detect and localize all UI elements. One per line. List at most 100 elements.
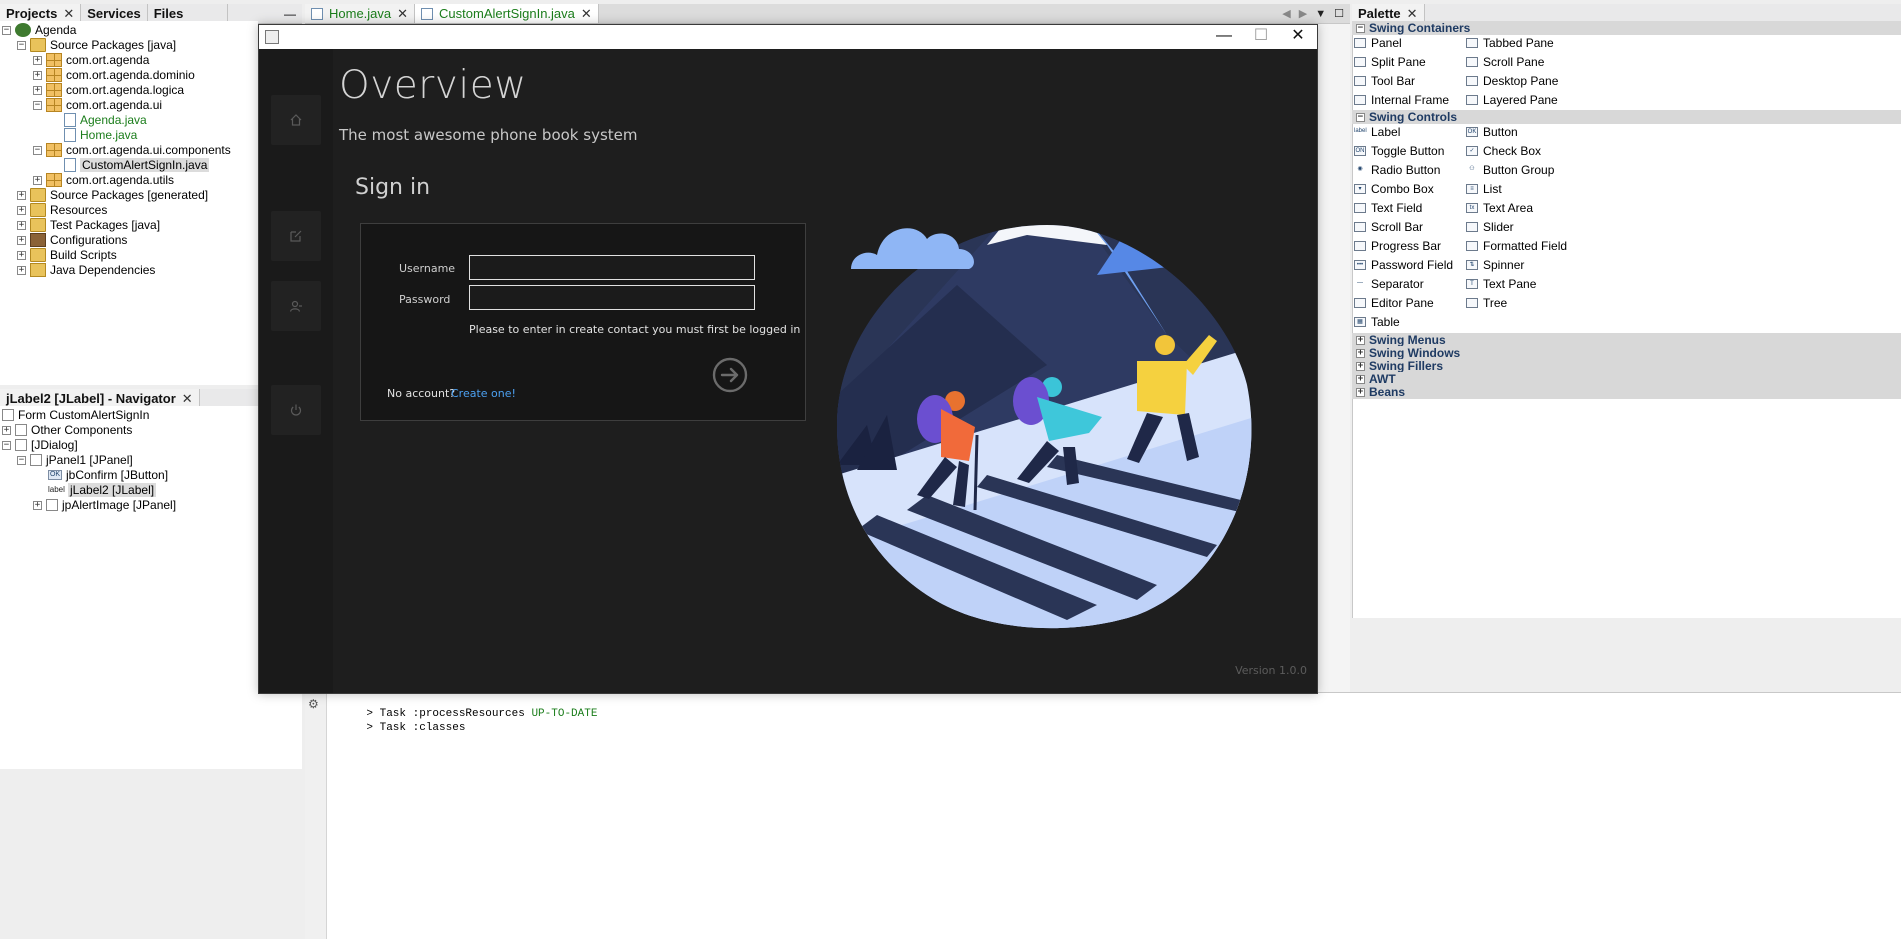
dropdown-icon[interactable]: ▼ [1315, 8, 1326, 20]
palette-category-swing-controls[interactable]: − Swing Controls [1352, 110, 1901, 124]
editor-nav-controls[interactable]: ◀ ▶ ▼ ☐ [1282, 4, 1350, 23]
close-button[interactable]: ✕ [1279, 25, 1317, 49]
palette-item-progress-bar[interactable]: Progress Bar [1354, 237, 1441, 255]
create-account-link[interactable]: Create one! [451, 387, 516, 400]
collapse-icon[interactable]: − [17, 40, 26, 50]
close-icon[interactable]: ✕ [581, 6, 592, 22]
expand-icon[interactable]: + [1356, 335, 1365, 345]
expand-icon[interactable]: + [1356, 361, 1365, 371]
palette-item-password-field[interactable]: ••• Password Field [1354, 256, 1453, 274]
confirm-button[interactable] [712, 357, 748, 393]
expand-icon[interactable]: + [33, 85, 42, 95]
expand-icon[interactable]: + [33, 70, 42, 80]
close-icon[interactable]: ✕ [63, 6, 74, 22]
palette-category-beans[interactable]: + Beans [1352, 385, 1901, 399]
palette-item-button[interactable]: OK Button [1466, 123, 1518, 141]
palette-item-tree[interactable]: Tree [1466, 294, 1507, 312]
palette-item-check-box[interactable]: ✓ Check Box [1466, 142, 1541, 160]
palette-item-tabbed-pane[interactable]: Tabbed Pane [1466, 34, 1554, 52]
palette-item-separator[interactable]: ― Separator [1354, 275, 1424, 293]
check-box-icon: ✓ [1466, 146, 1478, 156]
sidebar-power-button[interactable] [271, 385, 321, 435]
palette-item-text-field[interactable]: Text Field [1354, 199, 1422, 217]
expand-icon[interactable]: + [1356, 374, 1365, 384]
palette-item-internal-frame[interactable]: Internal Frame [1354, 91, 1449, 109]
palette-item-radio-button[interactable]: ◉ Radio Button [1354, 161, 1440, 179]
username-field[interactable] [469, 255, 755, 280]
scroll-right-icon[interactable]: ▶ [1299, 7, 1307, 20]
collapse-icon[interactable]: − [2, 25, 11, 35]
tab-home-java[interactable]: Home.java ✕ [305, 4, 416, 23]
palette-item-editor-pane[interactable]: Editor Pane [1354, 294, 1434, 312]
close-icon[interactable]: ✕ [182, 391, 193, 407]
palette-item-scroll-bar[interactable]: Scroll Bar [1354, 218, 1423, 236]
expand-icon[interactable]: + [33, 175, 42, 185]
version-label: Version 1.0.0 [1235, 664, 1307, 677]
expand-icon[interactable]: + [1356, 387, 1365, 397]
maximize-button[interactable]: ☐ [1242, 25, 1280, 49]
expand-icon[interactable]: + [17, 190, 26, 200]
expand-icon[interactable]: + [1356, 348, 1365, 358]
tree-label: com.ort.agenda.ui.components [66, 143, 231, 157]
expand-icon[interactable]: + [33, 55, 42, 65]
collapse-icon[interactable]: − [2, 440, 11, 450]
sidebar-home-button[interactable] [271, 95, 321, 145]
palette-item-desktop-pane[interactable]: Desktop Pane [1466, 72, 1558, 90]
expand-icon[interactable]: + [2, 425, 11, 435]
palette-category-swing-containers[interactable]: − Swing Containers [1352, 21, 1901, 35]
scroll-left-icon[interactable]: ◀ [1282, 7, 1290, 20]
palette-item-toggle-button[interactable]: ON Toggle Button [1354, 142, 1444, 160]
sidebar-edit-button[interactable] [271, 211, 321, 261]
expand-icon[interactable]: + [17, 205, 26, 215]
palette-category-swing-windows[interactable]: + Swing Windows [1352, 346, 1901, 360]
palette-item-panel[interactable]: Panel [1354, 34, 1402, 52]
palette-item-split-pane[interactable]: Split Pane [1354, 53, 1426, 71]
collapse-icon[interactable]: − [33, 145, 42, 155]
tab-customalertsignin-java[interactable]: CustomAlertSignIn.java ✕ [415, 4, 599, 23]
collapse-icon[interactable]: − [1356, 23, 1365, 33]
palette-item-label-control[interactable]: label Label [1354, 123, 1400, 141]
collapse-icon[interactable]: − [17, 455, 26, 465]
minimize-panel-button[interactable]: — [278, 4, 302, 23]
password-field[interactable] [469, 285, 755, 310]
close-icon[interactable]: ✕ [397, 6, 408, 22]
palette-item-layered-pane[interactable]: Layered Pane [1466, 91, 1558, 109]
expand-icon[interactable]: + [17, 235, 26, 245]
expand-icon[interactable]: + [17, 265, 26, 275]
rerun-icon[interactable]: ⚙ [308, 697, 319, 711]
scroll-bar-icon [1354, 222, 1366, 232]
collapse-icon[interactable]: − [1356, 112, 1365, 122]
expand-icon[interactable]: + [17, 250, 26, 260]
palette-item-list[interactable]: ≡ List [1466, 180, 1502, 198]
palette-category-swing-menus[interactable]: + Swing Menus [1352, 333, 1901, 347]
palette-item-spinner[interactable]: ⇅ Spinner [1466, 256, 1524, 274]
expand-icon[interactable]: + [17, 220, 26, 230]
palette-item-table[interactable]: ▦ Table [1354, 313, 1400, 331]
navigator-node-jpalertimage[interactable]: + jpAlertImage [JPanel] [33, 496, 176, 514]
palette-item-combo-box[interactable]: ▾ Combo Box [1354, 180, 1434, 198]
palette-item-text-pane[interactable]: T Text Pane [1466, 275, 1536, 293]
palette-category-swing-fillers[interactable]: + Swing Fillers [1352, 359, 1901, 373]
palette-item-formatted-field[interactable]: Formatted Field [1466, 237, 1567, 255]
minimize-button[interactable]: — [1205, 25, 1243, 49]
no-account-text: No account? [387, 387, 456, 400]
dialog-titlebar[interactable]: — ☐ ✕ [259, 25, 1317, 49]
button-icon: OK [1466, 127, 1478, 137]
palette-item-tool-bar[interactable]: Tool Bar [1354, 72, 1415, 90]
palette-category-awt[interactable]: + AWT [1352, 372, 1901, 386]
project-icon [15, 23, 31, 37]
panel-icon [46, 499, 58, 511]
palette-item-slider[interactable]: Slider [1466, 218, 1514, 236]
tree-node-folder[interactable]: + Java Dependencies [17, 261, 155, 279]
palette-item-button-group[interactable]: ⚇ Button Group [1466, 161, 1554, 179]
output-status: UP-TO-DATE [531, 708, 598, 720]
palette-item-label: Text Field [1371, 201, 1423, 215]
sidebar-user-button[interactable] [271, 281, 321, 331]
palette-item-scroll-pane[interactable]: Scroll Pane [1466, 53, 1544, 71]
palette-item-text-area[interactable]: tx Text Area [1466, 199, 1533, 217]
collapse-icon[interactable]: − [33, 100, 42, 110]
expand-icon[interactable]: + [33, 500, 42, 510]
arrow-right-circle-icon [712, 357, 748, 393]
maximize-icon[interactable]: ☐ [1334, 7, 1344, 20]
close-icon[interactable]: ✕ [1407, 6, 1418, 22]
